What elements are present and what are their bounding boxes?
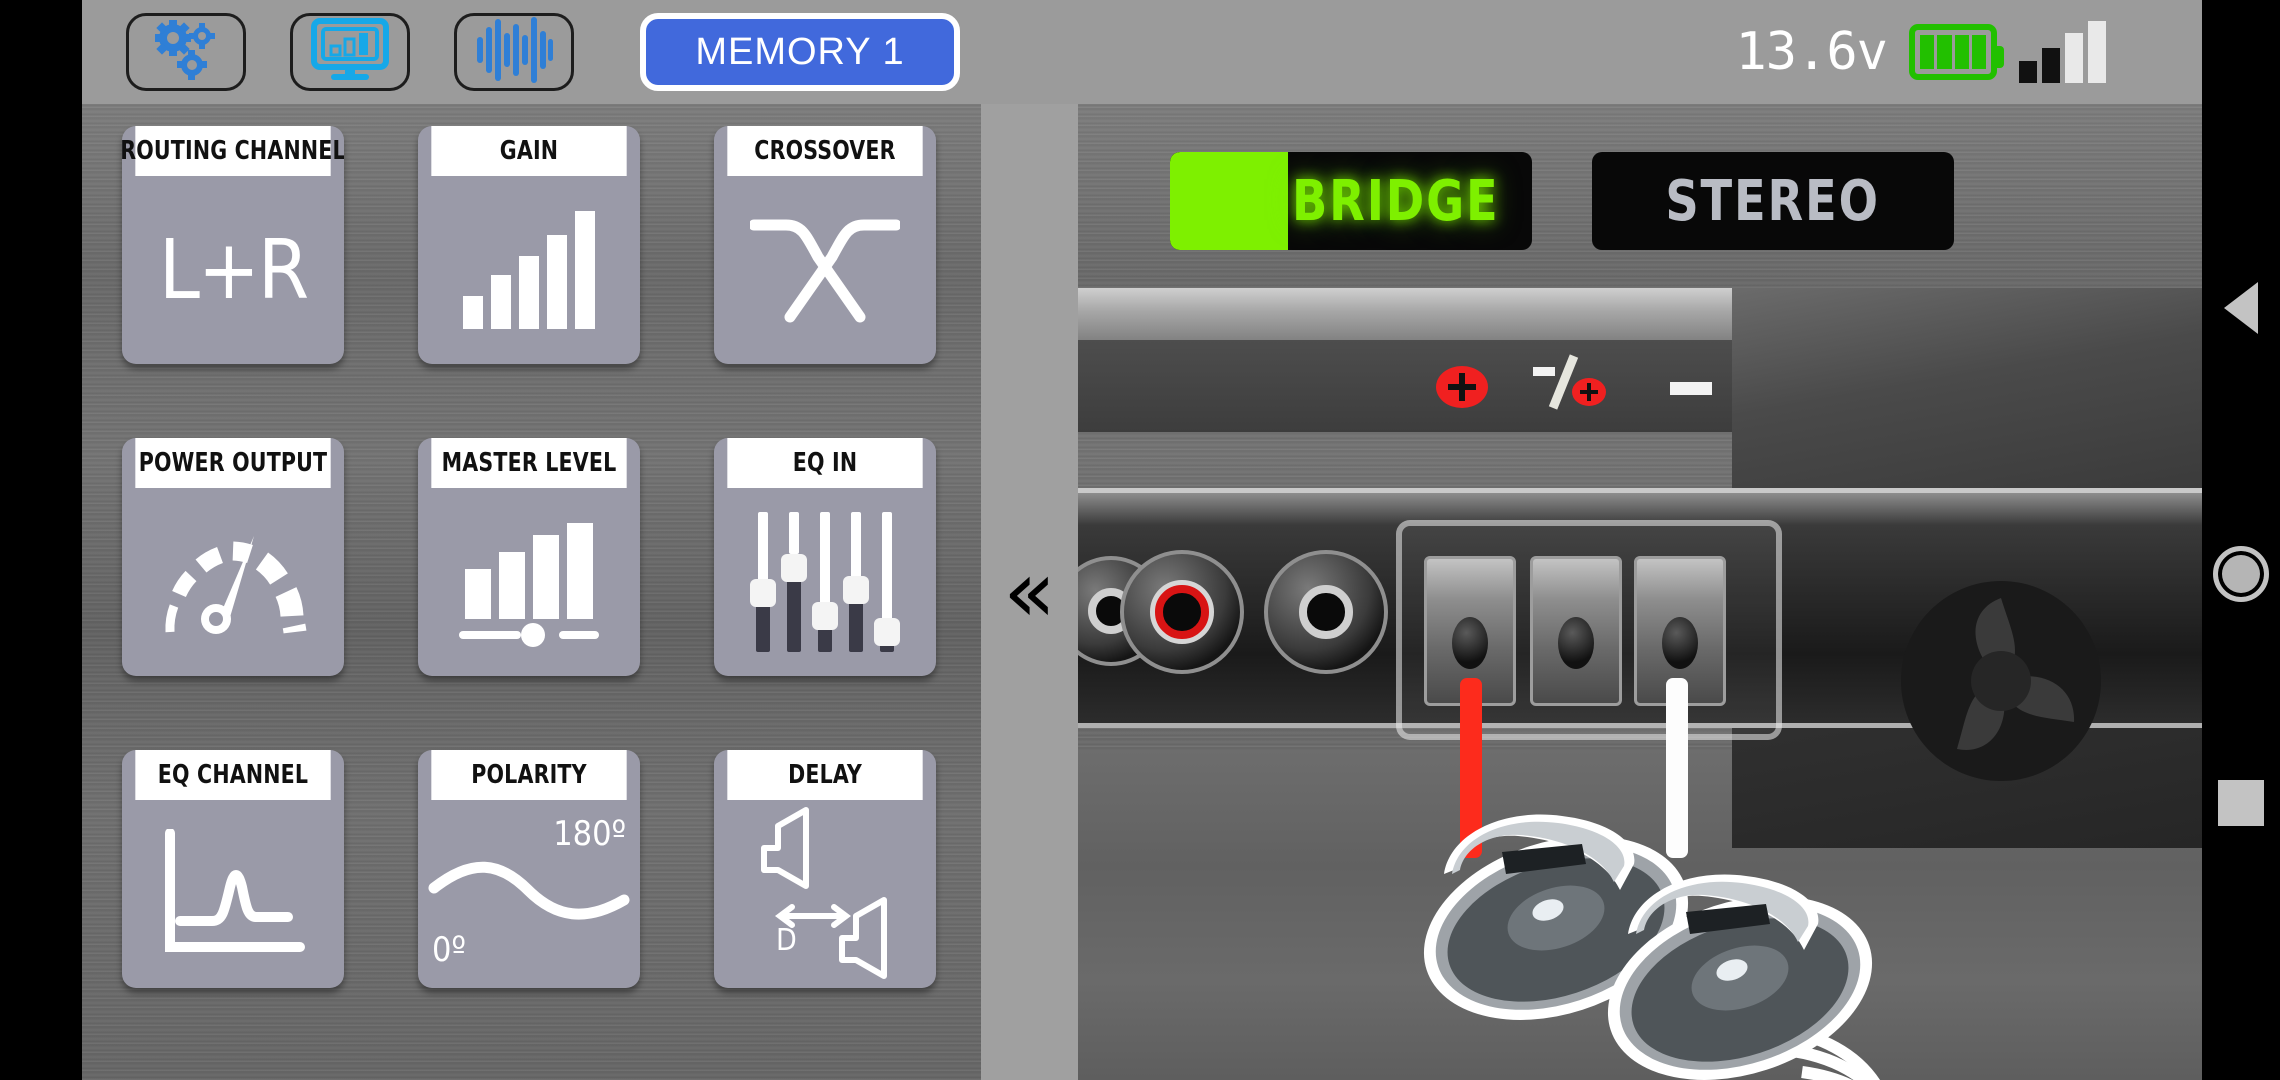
card-body: L+R [122,176,344,364]
card-title: CROSSOVER [727,126,923,176]
card-title: EQ CHANNEL [135,750,331,800]
card-body [418,488,640,676]
speaker-terminal-2 [1530,556,1622,706]
terminal-mark-minus [1670,382,1712,395]
card-eq-channel[interactable]: EQ CHANNEL [122,750,344,988]
card-title: MASTER LEVEL [431,438,627,488]
collapse-panel-button[interactable]: « [981,104,1078,1080]
master-level-icon [459,523,599,647]
card-routing-channel[interactable]: ROUTING CHANNEL L+R [122,126,344,364]
card-body [714,488,936,676]
card-body: D [714,800,936,988]
settings-button[interactable] [126,13,246,91]
chevron-left-double-icon: « [1003,542,1056,642]
controls-panel: ROUTING CHANNEL L+R GAIN CROSSOVER POWER… [82,104,981,1080]
card-body [418,176,640,364]
mode-bridge-label: BRIDGE [1292,168,1500,234]
card-crossover[interactable]: CROSSOVER [714,126,936,364]
card-body [714,176,936,364]
memory-preset-label: MEMORY 1 [695,30,905,73]
display-button[interactable] [290,13,410,91]
mode-stereo-label: STEREO [1665,168,1881,234]
card-title: DELAY [727,750,923,800]
master-level-slider [459,623,599,647]
terminal-marking-row [1078,346,2138,430]
mode-stereo-button[interactable]: STEREO [1592,152,1954,250]
app-body: ROUTING CHANNEL L+R GAIN CROSSOVER POWER… [82,104,2202,1080]
back-icon[interactable] [2224,282,2258,334]
card-body [122,488,344,676]
delay-icon: D [714,800,936,988]
power-gauge-icon [158,520,308,645]
polarity-0-label: 0º [432,930,466,970]
amplifier-photo [1078,288,2202,1080]
android-navigation-bar [2202,0,2280,1080]
signal-strength-icon [2019,21,2106,83]
control-card-grid: ROUTING CHANNEL L+R GAIN CROSSOVER POWER… [122,126,936,988]
polarity-icon: 180º 0º [418,800,640,988]
memory-preset-button[interactable]: MEMORY 1 [640,13,960,91]
status-cluster: 13.6v [1735,21,2202,83]
card-body: 180º 0º [418,800,640,988]
app-top-bar: MEMORY 1 13.6v [82,0,2202,104]
gain-bars-icon [463,211,595,329]
card-polarity[interactable]: POLARITY 180º 0º [418,750,640,988]
bridge-active-led [1170,152,1288,250]
card-title: POWER OUTPUT [135,438,331,488]
card-master-level[interactable]: MASTER LEVEL [418,438,640,676]
polarity-180-label: 180º [553,814,626,854]
crossover-icon [748,213,902,328]
card-title: ROUTING CHANNEL [122,126,344,176]
card-title: GAIN [431,126,627,176]
amp-cooling-fan [1901,581,2101,781]
left-black-gutter [0,0,82,1080]
eq-curve-icon [158,827,308,960]
mode-selector: BRIDGE STEREO [1170,152,1954,250]
mode-bridge-button[interactable]: BRIDGE [1170,152,1532,250]
card-power-output[interactable]: POWER OUTPUT [122,438,344,676]
battery-icon [1909,24,2004,80]
waveform-button[interactable] [454,13,574,91]
recents-icon[interactable] [2218,780,2264,826]
card-body [122,800,344,988]
terminal-mark-minus-plus [1533,354,1606,410]
waveform-icon [475,15,553,90]
card-title: POLARITY [431,750,627,800]
phone-screen: MEMORY 1 13.6v ROUTING CHANNEL L+R GAIN … [0,0,2280,1080]
home-icon[interactable] [2213,546,2269,602]
eq-faders-icon [750,512,900,652]
card-delay[interactable]: DELAY D [714,750,936,988]
terminal-mark-plus [1436,366,1488,408]
card-title: EQ IN [727,438,923,488]
rca-jack-3 [1264,550,1388,674]
rca-jack-2-red [1120,550,1244,674]
speaker-graphic-2 [1607,874,1880,1080]
voltage-readout: 13.6v [1735,22,1888,82]
settings-gears-icon [150,19,222,86]
card-eq-in[interactable]: EQ IN [714,438,936,676]
delay-distance-label: D [776,923,797,958]
amplifier-preview-panel: BRIDGE STEREO [1078,104,2202,1080]
card-gain[interactable]: GAIN [418,126,640,364]
routing-channel-value: L+R [158,222,309,318]
monitor-chart-icon [311,17,389,87]
